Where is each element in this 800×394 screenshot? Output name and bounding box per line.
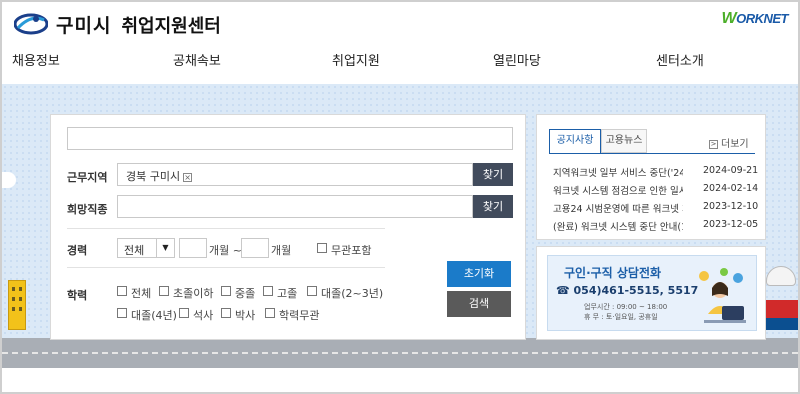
gumi-logo-icon[interactable] [14,10,48,38]
call-center-panel: 구인·구직 상담전화 ☎ 054)461-5515, 5517 업무시간 : 0… [536,246,766,340]
edu-elementary-checkbox[interactable] [159,286,169,296]
nav-item-jobs[interactable]: 채용정보 [2,50,161,78]
worknet-logo[interactable]: WORKNET [722,10,789,28]
notice-date: 2024-09-21 [703,165,759,176]
education-label: 학력 [67,289,88,302]
site-title[interactable]: 구미시 취업지원센터 [56,11,221,38]
close-icon[interactable]: × [183,172,193,182]
call-center-phone: ☎ 054)461-5515, 5517 [556,284,699,297]
chevron-right-icon: > [709,139,718,149]
career-any-checkbox[interactable] [317,243,327,253]
edu-college-checkbox[interactable] [307,286,317,296]
factory-base-decoration [764,318,798,330]
job-type-field[interactable] [117,195,473,218]
edu-option-label: 초졸이하 [173,287,214,300]
edu-option-label: 중졸 [235,287,256,300]
notice-title: (완료) 워크넷 시스템 중단 안내(12 [553,222,683,233]
career-any-label: 무관포함 [331,244,372,257]
call-center-hours: 업무시간 : 09:00 ~ 18:00 휴 무 : 토·일요일, 공휴일 [584,303,668,321]
counselor-illustration-icon [699,268,746,323]
career-months-from-input[interactable] [179,238,207,258]
footer-strip [2,368,798,392]
edu-option-label: 학력무관 [279,309,320,322]
divider [67,267,385,268]
career-select[interactable]: 전체 ▼ [117,238,175,258]
job-search-panel: 근무지역 경북 구미시 × 찾기 희망직종 찾기 경력 전체 ▼ 개월 ~ 개월 … [50,114,526,340]
nav-item-open-forum[interactable]: 열린마당 [479,50,638,78]
call-center-banner[interactable]: 구인·구직 상담전화 ☎ 054)461-5515, 5517 업무시간 : 0… [547,255,757,331]
edu-option-label: 대졸(2~3년) [321,287,384,300]
region-find-button[interactable]: 찾기 [473,163,513,186]
keyword-search-input[interactable] [67,127,513,150]
edu-option-label: 석사 [193,309,214,322]
edu-option-label: 대졸(4년) [131,309,177,322]
notice-date: 2024-02-14 [703,183,759,194]
region-label: 근무지역 [67,171,108,184]
edu-doctor-checkbox[interactable] [221,308,231,318]
edu-middle-checkbox[interactable] [221,286,231,296]
edu-any-checkbox[interactable] [265,308,275,318]
edu-master-checkbox[interactable] [179,308,189,318]
edu-high-checkbox[interactable] [263,286,273,296]
nav-item-recruit-news[interactable]: 공채속보 [161,50,320,78]
nav-item-employment-support[interactable]: 취업지원 [320,50,479,78]
career-months-to-input[interactable] [241,238,269,258]
notice-date: 2023-12-05 [703,219,759,230]
tab-underline [549,153,755,154]
tab-notice[interactable]: 공지사항 [549,129,601,154]
edu-university-checkbox[interactable] [117,308,127,318]
edu-option-label: 박사 [235,309,256,322]
site-subtitle: 취업지원센터 [121,16,221,37]
region-value: 경북 구미시 [126,170,181,183]
road-line-decoration [2,352,798,354]
divider [67,228,385,229]
factory-decoration [764,300,798,318]
edu-option-label: 고졸 [277,287,298,300]
region-field[interactable]: 경북 구미시 × [117,163,473,186]
edu-option-label: 전체 [131,287,152,300]
career-label: 경력 [67,244,88,257]
job-type-label: 희망직종 [67,203,108,216]
tab-employment-news[interactable]: 고용뉴스 [601,129,647,153]
months-from-text: 개월 ~ [209,244,242,257]
career-select-value: 전체 [124,244,145,257]
notice-title: 고용24 시범운영에 따른 워크넷 개 [553,204,683,215]
months-to-text: 개월 [271,244,292,257]
job-type-find-button[interactable]: 찾기 [473,195,513,218]
notice-title: 지역워크넷 일부 서비스 중단('24.9 [553,168,683,179]
search-button[interactable]: 검색 [447,291,511,317]
notice-title: 워크넷 시스템 점검으로 인한 일시 [553,186,683,197]
notice-date: 2023-12-10 [703,201,759,212]
more-link[interactable]: > 더보기 [709,135,749,150]
site-header: 구미시 취업지원센터 WORKNET 채용정보 공채속보 취업지원 열린마당 센터… [2,2,798,84]
notice-panel: 공지사항 고용뉴스 > 더보기 지역워크넷 일부 서비스 중단('24.9 2024… [536,114,766,240]
site-name: 구미시 [56,15,112,37]
reset-button[interactable]: 초기화 [447,261,511,287]
building-decoration [8,280,26,330]
chevron-down-icon: ▼ [156,239,174,257]
edu-all-checkbox[interactable] [117,286,127,296]
nav-item-center-intro[interactable]: 센터소개 [638,50,797,78]
call-center-title: 구인·구직 상담전화 [564,266,662,280]
main-nav: 채용정보 공채속보 취업지원 열린마당 센터소개 [2,50,798,78]
